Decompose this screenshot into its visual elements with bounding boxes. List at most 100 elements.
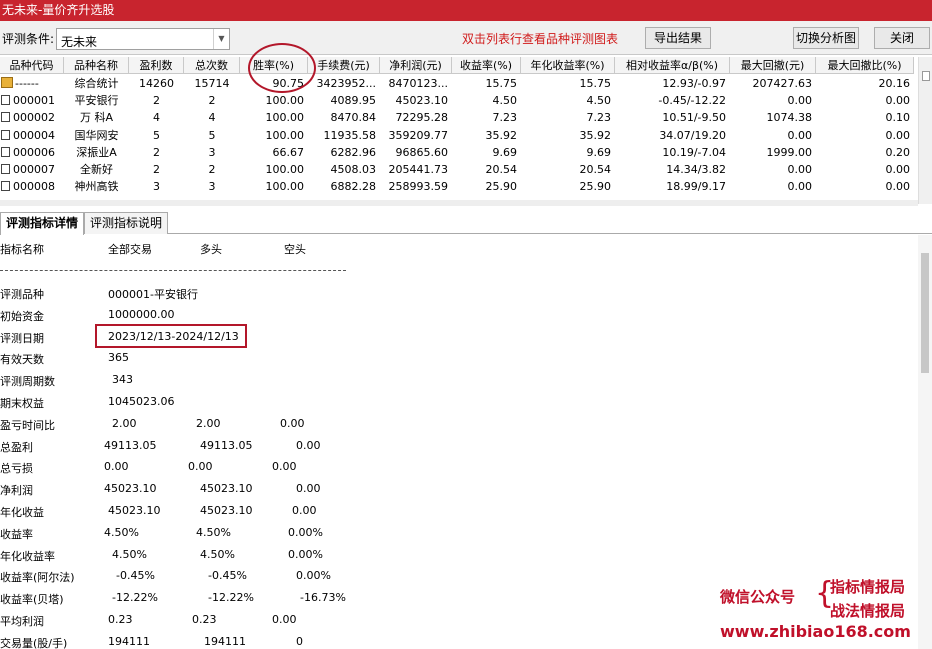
column-header[interactable]: 年化收益率(%) [521, 57, 615, 74]
table-cell: 3423952... [316, 77, 376, 90]
column-header[interactable]: 品种代码 [0, 57, 64, 74]
column-header[interactable]: 盈利数 [129, 57, 184, 74]
table-cell: 0.00 [885, 94, 911, 108]
checkbox-icon[interactable] [1, 164, 10, 174]
annotation-circle [248, 43, 316, 93]
table-cell: 国华网安 [74, 128, 119, 142]
table-cell: 5 [153, 128, 160, 142]
code-text: 000007 [13, 163, 55, 176]
table-cell: 000001 [0, 92, 64, 109]
checkbox-icon[interactable] [1, 112, 10, 123]
table-cell: 7.23 [586, 111, 612, 125]
tab-explain[interactable]: 评测指标说明 [84, 212, 169, 234]
table-cell: 8470123... [388, 77, 448, 90]
code-text: 000002 [13, 111, 55, 125]
table-cell: 18.99/9.17 [666, 180, 726, 194]
metric-value: 194111 [204, 634, 246, 648]
table-cell: 6282.96 [330, 145, 377, 159]
condition-select[interactable]: 无未来 ▼ [56, 28, 230, 50]
checkbox-icon[interactable] [1, 181, 10, 192]
switch-chart-button[interactable]: 切换分析图 [793, 27, 859, 49]
tab-detail[interactable]: 评测指标详情 [0, 212, 85, 235]
metric-value: 4.50% [112, 547, 147, 561]
column-header[interactable]: 收益率(%) [452, 57, 521, 74]
table-cell: 全新好 [80, 163, 113, 176]
metric-value: 0.00 [296, 482, 321, 496]
metric-value: 45023.10 [108, 504, 161, 517]
table-row[interactable]: 000007 全新好 2 2 100.00 4508.03 205441.73 20.54 20… [0, 161, 918, 178]
table-cell: 66.67 [272, 145, 305, 159]
table-hscroll[interactable] [0, 200, 918, 206]
column-header[interactable]: 最大回撤(元) [730, 57, 816, 74]
table-cell: 100.00 [265, 163, 305, 176]
metric-value: 45023.10 [200, 482, 253, 496]
metric-value: 4.50% [200, 547, 235, 561]
table-cell: 1074.38 [766, 111, 813, 125]
table-vscroll[interactable] [918, 57, 932, 204]
metric-value: 1045023.06 [108, 395, 175, 408]
column-header[interactable]: 相对收益率α/β(%) [615, 57, 730, 74]
code-text: 000001 [13, 94, 55, 108]
metric-value: 0.00% [288, 525, 323, 539]
chevron-down-icon[interactable]: ▼ [213, 29, 229, 49]
export-button[interactable]: 导出结果 [645, 27, 711, 49]
table-row[interactable]: 000008 神州高铁 3 3 100.00 6882.28 258993.59 25.90 2… [0, 178, 918, 195]
table-cell: 25.90 [485, 180, 518, 194]
metric-value: 4.50% [104, 525, 139, 539]
metric-name: 有效天数 [0, 353, 44, 367]
column-header[interactable]: 净利润(元) [380, 57, 452, 74]
table-row[interactable]: 000002 万 科A 4 4 100.00 8470.84 72295.28 7.23 7.2… [0, 109, 918, 126]
table-cell: 14260 [139, 77, 174, 90]
table-cell: 3 [208, 180, 216, 194]
watermark-url: www.zhibiao168.com [720, 622, 911, 641]
table-cell: 34.07/19.20 [659, 128, 726, 142]
metric-value: -0.45% [116, 569, 155, 583]
table-cell: 神州高铁 [74, 180, 119, 194]
metric-value: -0.45% [208, 569, 247, 583]
metric-value: 0.00 [280, 416, 305, 430]
table-row[interactable]: 000006 深振业A 2 3 66.67 6282.96 96865.60 9.69 9.69… [0, 144, 918, 161]
table-cell: 12.93/-0.97 [662, 77, 726, 90]
table-cell: 0.00 [885, 128, 911, 142]
annotation-box [95, 324, 247, 348]
detail-tabs: 评测指标详情 评测指标说明 [0, 210, 932, 235]
table-row[interactable]: 000001 平安银行 2 2 100.00 4089.95 45023.10 4.50 4.5… [0, 92, 918, 109]
metric-name: 平均利润 [0, 615, 44, 628]
checkbox-icon[interactable] [1, 95, 10, 106]
table-cell: 14.34/3.82 [666, 163, 726, 176]
table-cell: 2 [153, 145, 160, 159]
close-button[interactable]: 关闭 [874, 27, 930, 49]
code-text: 000004 [13, 128, 55, 142]
column-header[interactable]: 手续费(元) [308, 57, 380, 74]
table-row[interactable]: ------ 综合统计 14260 15714 90.75 3423952... 84701… [0, 75, 918, 92]
table-cell: 5 [208, 128, 216, 142]
checkbox-icon[interactable] [1, 129, 10, 140]
column-header[interactable]: 最大回撤比(%) [816, 57, 914, 74]
table-cell: 0.20 [885, 145, 911, 159]
table-cell: 4508.03 [330, 163, 377, 176]
table-cell: 2 [208, 163, 216, 176]
scroll-thumb[interactable] [922, 71, 930, 81]
metric-value: 45023.10 [104, 482, 157, 496]
detail-vscroll[interactable] [918, 235, 932, 649]
table-cell: 0.00 [885, 163, 911, 176]
metric-value: 0.00% [288, 547, 323, 561]
table-cell: 8470.84 [330, 111, 377, 125]
column-header[interactable]: 总次数 [184, 57, 240, 74]
table-cell: 96865.60 [395, 145, 449, 159]
table-cell: 258993.59 [388, 180, 449, 194]
checkbox-icon[interactable] [1, 146, 10, 157]
table-cell: 20.54 [485, 163, 518, 176]
metric-value: 0.23 [108, 613, 133, 626]
column-header[interactable]: 品种名称 [64, 57, 129, 74]
table-cell: 9.69 [586, 145, 612, 159]
metric-name: 评测周期数 [0, 375, 55, 389]
scroll-thumb[interactable] [921, 253, 929, 373]
table-cell: ------ [0, 75, 64, 92]
table-row[interactable]: 000004 国华网安 5 5 100.00 11935.58 359209.77 35.92… [0, 127, 918, 144]
table-cell: 35.92 [485, 128, 518, 142]
table-cell: 11935.58 [323, 128, 377, 142]
results-table: 品种代码 品种名称 盈利数 总次数 胜率(%) 手续费(元) 净利润(元) 收益率(%) 年化收… [0, 57, 918, 204]
table-cell: 深振业A [76, 145, 117, 159]
metric-value: -12.22% [112, 591, 158, 605]
